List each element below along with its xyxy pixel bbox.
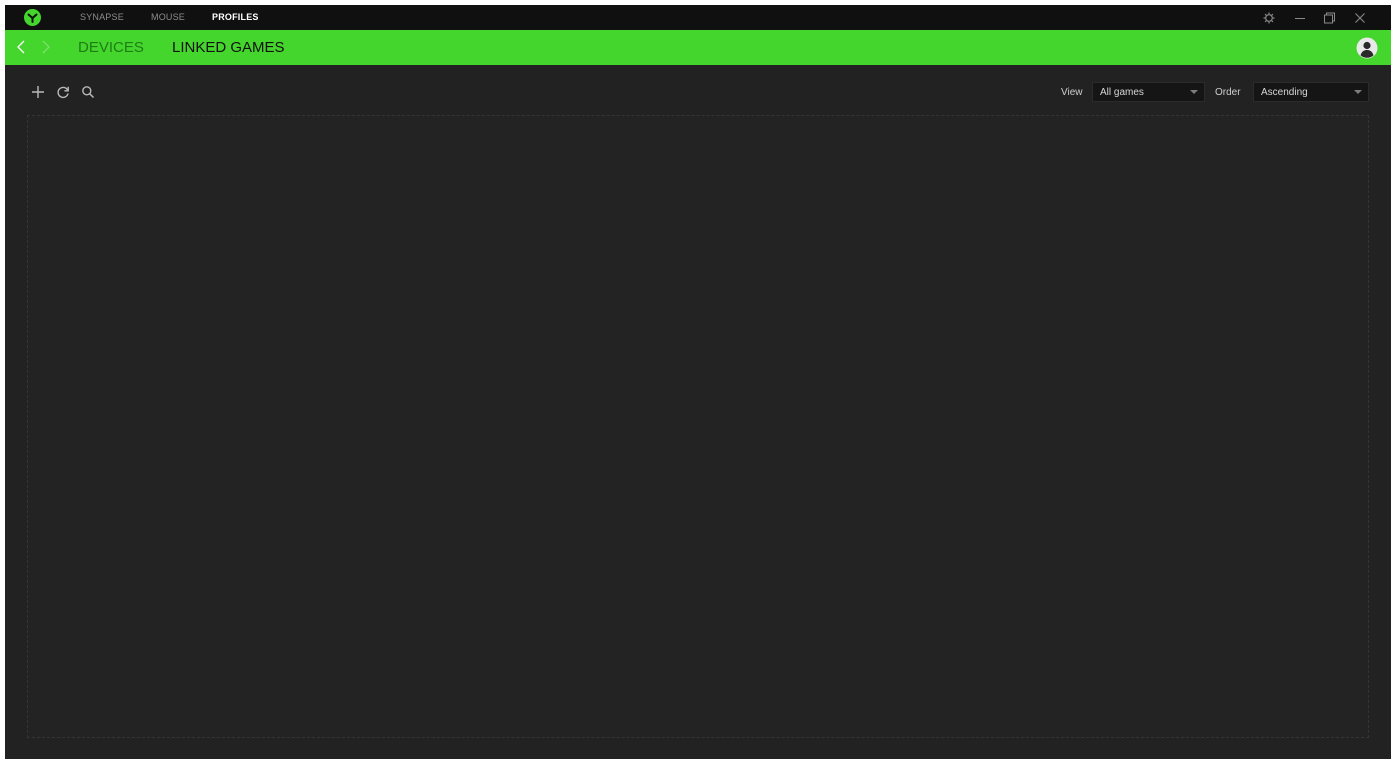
order-selected-value: Ascending	[1261, 87, 1308, 98]
tab-mouse[interactable]: MOUSE	[151, 12, 185, 22]
minimize-icon[interactable]	[1291, 9, 1309, 27]
order-label: Order	[1215, 87, 1241, 98]
forward-arrow-icon[interactable]	[39, 38, 53, 56]
section-header: DEVICES LINKED GAMES	[5, 30, 1391, 65]
back-arrow-icon[interactable]	[14, 38, 28, 56]
order-caret-icon	[1354, 90, 1362, 94]
search-icon[interactable]	[80, 84, 96, 100]
linked-games-panel	[27, 115, 1369, 738]
view-selected-value: All games	[1100, 87, 1144, 98]
maximize-icon[interactable]	[1320, 9, 1338, 27]
add-icon[interactable]	[30, 84, 46, 100]
title-bar: SYNAPSE MOUSE PROFILES	[5, 5, 1391, 30]
tab-linked-games[interactable]: LINKED GAMES	[172, 39, 285, 56]
account-icon[interactable]	[1356, 37, 1378, 59]
razer-logo-icon[interactable]	[24, 9, 41, 26]
tab-devices[interactable]: DEVICES	[78, 39, 144, 56]
synapse-window: SYNAPSE MOUSE PROFILES DEVICES LINKED GA…	[5, 5, 1391, 759]
order-dropdown[interactable]: Ascending	[1253, 82, 1369, 102]
refresh-icon[interactable]	[55, 84, 71, 100]
view-caret-icon	[1190, 90, 1198, 94]
settings-icon[interactable]	[1260, 9, 1278, 27]
view-label: View	[1061, 87, 1083, 98]
tab-profiles[interactable]: PROFILES	[212, 12, 259, 22]
close-icon[interactable]	[1351, 9, 1369, 27]
view-dropdown[interactable]: All games	[1092, 82, 1205, 102]
tab-synapse[interactable]: SYNAPSE	[80, 12, 124, 22]
